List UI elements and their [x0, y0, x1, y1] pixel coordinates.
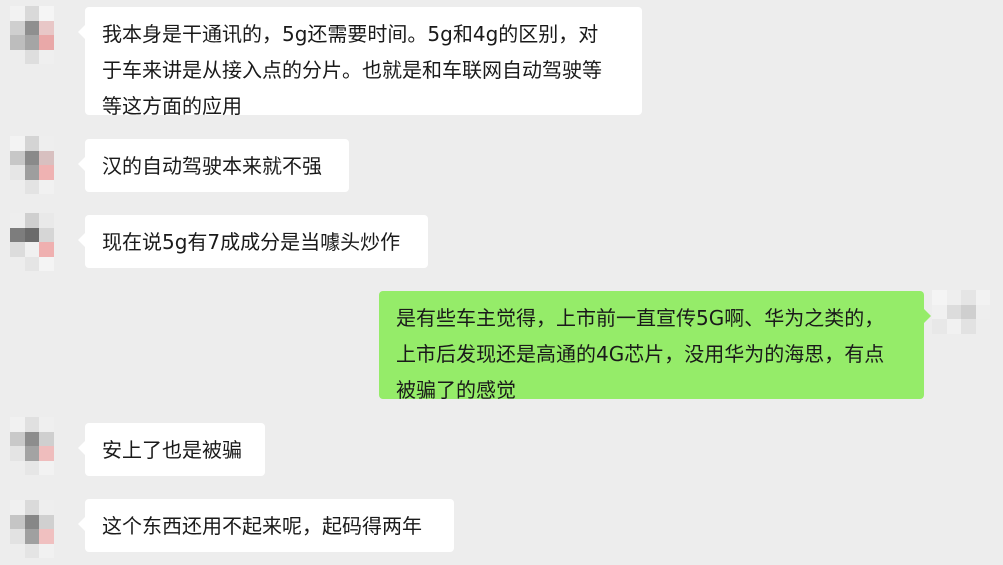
- pixelated-avatar-icon[interactable]: [10, 213, 68, 271]
- message-text-line: 是有些车主觉得，上市前一直宣传5G啊、华为之类的，: [396, 306, 885, 330]
- message-text-line: 汉的自动驾驶本来就不强: [102, 154, 322, 178]
- chat-window: 我本身是干通讯的，5g还需要时间。5g和4g的区别，对 于车来讲是从接入点的分片…: [0, 0, 1003, 565]
- message-text-line: 被骗了的感觉: [396, 378, 516, 402]
- pixelated-avatar-icon[interactable]: [932, 290, 990, 348]
- pixelated-avatar-icon[interactable]: [10, 6, 68, 64]
- pixelated-avatar-icon[interactable]: [10, 500, 68, 558]
- pixelated-avatar-icon[interactable]: [10, 136, 68, 194]
- message-bubble[interactable]: 汉的自动驾驶本来就不强: [78, 139, 349, 192]
- message-text-line: 上市后发现还是高通的4G芯片，没用华为的海思，有点: [396, 342, 885, 366]
- message-text-line: 现在说5g有7成成分是当噱头炒作: [102, 230, 401, 254]
- message-text-line: 等这方面的应用: [102, 94, 242, 118]
- message-bubble[interactable]: 安上了也是被骗: [78, 423, 265, 476]
- message-text-line: 于车来讲是从接入点的分片。也就是和车联网自动驾驶等: [102, 58, 602, 82]
- pixelated-avatar-icon[interactable]: [10, 417, 68, 475]
- message-bubble[interactable]: 是有些车主觉得，上市前一直宣传5G啊、华为之类的， 上市后发现还是高通的4G芯片…: [379, 291, 931, 402]
- message-bubble[interactable]: 这个东西还用不起来呢，起码得两年: [78, 499, 454, 552]
- message-bubble[interactable]: 我本身是干通讯的，5g还需要时间。5g和4g的区别，对 于车来讲是从接入点的分片…: [78, 7, 642, 118]
- message-text-line: 这个东西还用不起来呢，起码得两年: [102, 514, 422, 538]
- message-text-line: 安上了也是被骗: [102, 438, 242, 462]
- message-text-line: 我本身是干通讯的，5g还需要时间。5g和4g的区别，对: [102, 22, 599, 46]
- message-bubble[interactable]: 现在说5g有7成成分是当噱头炒作: [78, 215, 428, 268]
